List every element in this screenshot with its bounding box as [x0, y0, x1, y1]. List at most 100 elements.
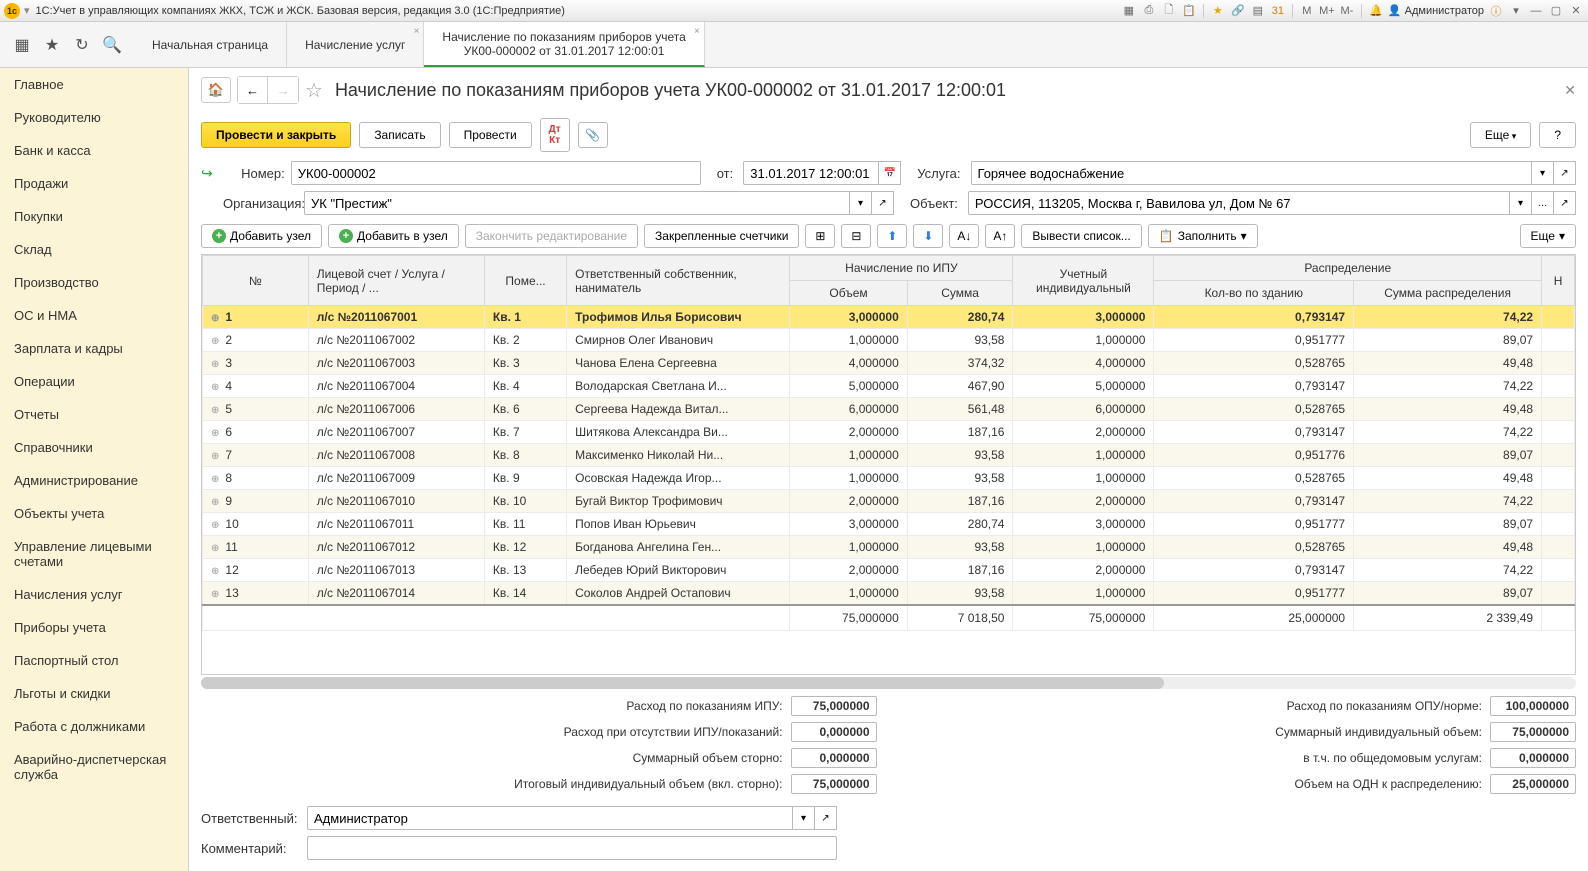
tab-0[interactable]: Начальная страница [134, 22, 287, 67]
output-list-button[interactable]: Вывести список... [1021, 224, 1141, 248]
sidebar-item-2[interactable]: Банк и касса [0, 134, 188, 167]
sidebar-item-13[interactable]: Объекты учета [0, 497, 188, 530]
service-input[interactable] [971, 161, 1532, 185]
resp-dropdown-icon[interactable]: ▾ [793, 806, 815, 830]
info-icon[interactable]: ⓘ [1488, 3, 1504, 19]
col-dist-group[interactable]: Распределение [1154, 256, 1542, 281]
add-into-node-button[interactable]: +Добавить в узел [328, 224, 459, 248]
move-down-button[interactable]: ⬇ [913, 224, 943, 248]
table-row[interactable]: ⊕5л/с №2011067006Кв. 6Сергеева Надежда В… [203, 398, 1575, 421]
sum-v2[interactable]: 0,000000 [791, 722, 877, 742]
sidebar-item-4[interactable]: Покупки [0, 200, 188, 233]
tree-expand-button[interactable]: ⊞ [805, 224, 835, 248]
table-row[interactable]: ⊕8л/с №2011067009Кв. 9Осовская Надежда И… [203, 467, 1575, 490]
minimize-icon[interactable]: — [1528, 3, 1544, 19]
object-more-icon[interactable]: … [1532, 191, 1554, 215]
sidebar-item-18[interactable]: Льготы и скидки [0, 677, 188, 710]
col-dist-qty[interactable]: Кол-во по зданию [1154, 281, 1354, 306]
service-dropdown-icon[interactable]: ▾ [1532, 161, 1554, 185]
col-ipu-group[interactable]: Начисление по ИПУ [790, 256, 1013, 281]
toolbar-icon-1[interactable]: ▦ [1121, 3, 1137, 19]
forward-button[interactable]: → [268, 77, 298, 103]
comment-input[interactable] [307, 836, 837, 860]
favorites-icon[interactable]: ★ [42, 35, 62, 55]
col-owner[interactable]: Ответственный собственник, наниматель [567, 256, 790, 306]
sidebar-item-1[interactable]: Руководителю [0, 101, 188, 134]
sum-rv4[interactable]: 25,000000 [1490, 774, 1576, 794]
org-input[interactable] [304, 191, 850, 215]
calc-icon[interactable]: 📋 [1181, 3, 1197, 19]
help-button[interactable]: ? [1539, 122, 1576, 148]
sidebar-item-17[interactable]: Паспортный стол [0, 644, 188, 677]
sidebar-item-19[interactable]: Работа с должниками [0, 710, 188, 743]
col-indiv[interactable]: Учетный индивидуальный [1013, 256, 1154, 306]
dropdown-icon[interactable]: ▾ [24, 4, 30, 17]
end-edit-button[interactable]: Закончить редактирование [465, 224, 638, 248]
maximize-icon[interactable]: ▢ [1548, 3, 1564, 19]
horizontal-scrollbar[interactable] [201, 677, 1576, 689]
add-node-button[interactable]: +Добавить узел [201, 224, 322, 248]
sum-rv1[interactable]: 100,000000 [1490, 696, 1576, 716]
sidebar-item-9[interactable]: Операции [0, 365, 188, 398]
search-icon[interactable]: 🔍 [102, 35, 122, 55]
table-row[interactable]: ⊕3л/с №2011067003Кв. 3Чанова Елена Серге… [203, 352, 1575, 375]
m-icon[interactable]: M [1299, 3, 1315, 19]
sidebar-item-5[interactable]: Склад [0, 233, 188, 266]
dropdown2-icon[interactable]: ▾ [1508, 3, 1524, 19]
table-row[interactable]: ⊕2л/с №2011067002Кв. 2Смирнов Олег Ивано… [203, 329, 1575, 352]
star-icon[interactable]: ★ [1210, 3, 1226, 19]
sum-v1[interactable]: 75,000000 [791, 696, 877, 716]
attachment-button[interactable]: 📎 [578, 122, 608, 148]
sort-asc-button[interactable]: A↓ [949, 224, 979, 248]
col-ipu-sum[interactable]: Сумма [907, 281, 1013, 306]
cal-icon[interactable]: 31 [1270, 3, 1286, 19]
sidebar-item-15[interactable]: Начисления услуг [0, 578, 188, 611]
sidebar-item-11[interactable]: Справочники [0, 431, 188, 464]
number-input[interactable] [291, 161, 701, 185]
toolbar2-more-button[interactable]: Еще ▾ [1520, 224, 1576, 248]
table-row[interactable]: ⊕10л/с №2011067011Кв. 11Попов Иван Юрьев… [203, 513, 1575, 536]
post-and-close-button[interactable]: Провести и закрыть [201, 122, 351, 148]
object-input[interactable] [968, 191, 1510, 215]
object-open-icon[interactable]: ↗ [1554, 191, 1576, 215]
sidebar-item-0[interactable]: Главное [0, 68, 188, 101]
user-label[interactable]: 👤 Администратор [1388, 4, 1484, 17]
grid-icon[interactable]: ▤ [1250, 3, 1266, 19]
dt-kt-button[interactable]: ДтКт [540, 118, 570, 152]
col-ipu-vol[interactable]: Объем [790, 281, 907, 306]
col-no[interactable]: № [203, 256, 309, 306]
tree-collapse-button[interactable]: ⊟ [841, 224, 871, 248]
sidebar-item-20[interactable]: Аварийно-диспетчерская служба [0, 743, 188, 791]
link-icon[interactable]: 🔗 [1230, 3, 1246, 19]
more-button[interactable]: Еще [1470, 122, 1531, 148]
col-dist-sum[interactable]: Сумма распределения [1354, 281, 1542, 306]
object-dropdown-icon[interactable]: ▾ [1510, 191, 1532, 215]
close-page-icon[interactable]: ✕ [1564, 82, 1576, 99]
table-row[interactable]: ⊕12л/с №2011067013Кв. 13Лебедев Юрий Вик… [203, 559, 1575, 582]
service-open-icon[interactable]: ↗ [1554, 161, 1576, 185]
tab-1[interactable]: Начисление услуг× [287, 22, 424, 67]
data-grid[interactable]: № Лицевой счет / Услуга / Период / ... П… [201, 254, 1576, 675]
home-button[interactable]: 🏠 [201, 77, 231, 103]
history-icon[interactable]: ↻ [72, 35, 92, 55]
org-open-icon[interactable]: ↗ [872, 191, 894, 215]
sum-rv3[interactable]: 0,000000 [1490, 748, 1576, 768]
table-row[interactable]: ⊕6л/с №2011067007Кв. 7Шитякова Александр… [203, 421, 1575, 444]
sum-v4[interactable]: 75,000000 [791, 774, 877, 794]
write-button[interactable]: Записать [359, 122, 440, 148]
table-row[interactable]: ⊕1л/с №2011067001Кв. 1Трофимов Илья Бори… [203, 306, 1575, 329]
sidebar-item-16[interactable]: Приборы учета [0, 611, 188, 644]
col-room[interactable]: Поме... [484, 256, 566, 306]
calendar-icon[interactable]: 📅 [879, 161, 901, 185]
sidebar-item-10[interactable]: Отчеты [0, 398, 188, 431]
resp-open-icon[interactable]: ↗ [815, 806, 837, 830]
tab-2[interactable]: Начисление по показаниям приборов учетаУ… [424, 22, 704, 67]
print-icon[interactable]: ⎙ [1141, 3, 1157, 19]
table-row[interactable]: ⊕11л/с №2011067012Кв. 12Богданова Ангели… [203, 536, 1575, 559]
sum-v3[interactable]: 0,000000 [791, 748, 877, 768]
table-row[interactable]: ⊕13л/с №2011067014Кв. 14Соколов Андрей О… [203, 582, 1575, 606]
table-row[interactable]: ⊕9л/с №2011067010Кв. 10Бугай Виктор Троф… [203, 490, 1575, 513]
pinned-meters-button[interactable]: Закрепленные счетчики [644, 224, 799, 248]
tab-close-icon[interactable]: × [414, 26, 420, 37]
date-input[interactable] [743, 161, 879, 185]
